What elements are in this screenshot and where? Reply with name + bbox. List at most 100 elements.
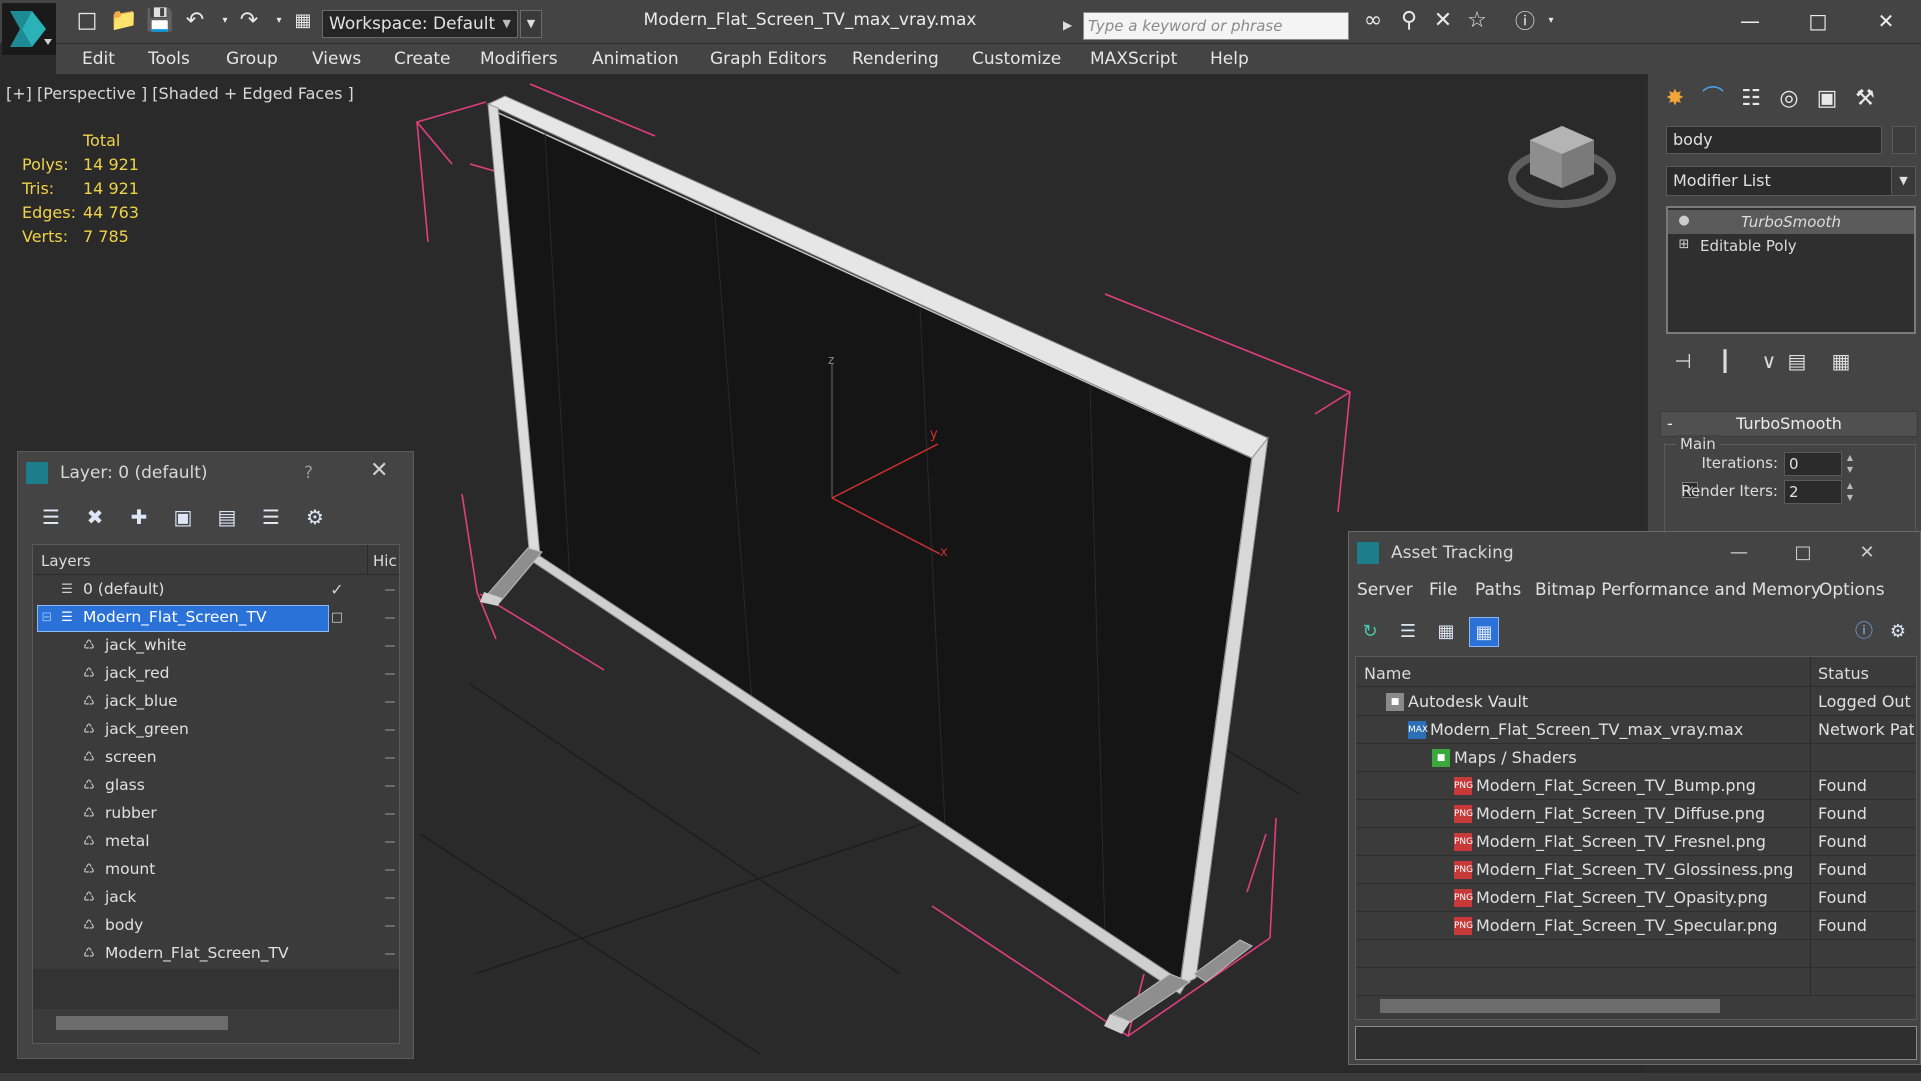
stack-item-turbosmooth[interactable]: ● TurboSmooth	[1668, 210, 1914, 234]
layer-object-row[interactable]: ♺ metal	[33, 828, 399, 856]
menu-modifiers[interactable]: Modifiers	[480, 49, 558, 69]
make-unique-icon[interactable]: ∨	[1754, 346, 1784, 376]
select-layer-icon[interactable]: ▤	[212, 502, 242, 532]
project-folder-icon[interactable]: ▦	[290, 8, 316, 34]
refresh-icon[interactable]: ↻	[1355, 617, 1385, 647]
layer-object-row[interactable]: ♺ screen	[33, 744, 399, 772]
star-icon[interactable]: ☆	[1464, 8, 1490, 34]
utilities-tab-icon[interactable]: ⚒	[1848, 82, 1882, 116]
object-color-swatch[interactable]	[1892, 126, 1916, 154]
configure-sets-icon[interactable]: ▦	[1826, 346, 1856, 376]
menu-graph-editors[interactable]: Graph Editors	[710, 49, 827, 69]
remove-modifier-icon[interactable]: ▤	[1782, 346, 1812, 376]
asset-row-png[interactable]: PNG Modern_Flat_Screen_TV_Opasity.png Fo…	[1356, 884, 1916, 912]
iterations-spinner[interactable]: 0	[1784, 452, 1842, 476]
layer-properties-icon[interactable]: ⚙	[300, 502, 330, 532]
table-view-icon[interactable]: ▦	[1469, 617, 1499, 647]
hierarchy-tab-icon[interactable]: ☷	[1734, 82, 1768, 116]
render-iters-spinner-arrows[interactable]: ▲ ▼	[1844, 480, 1856, 504]
lightbulb-icon[interactable]: ●	[1676, 212, 1692, 230]
asset-close-button[interactable]: ✕	[1837, 536, 1897, 570]
minimize-button[interactable]: —	[1720, 4, 1780, 38]
asset-row-maps[interactable]: ■ Maps / Shaders	[1356, 744, 1916, 772]
col-header-status[interactable]: Status	[1818, 664, 1869, 683]
open-file-icon[interactable]: 📁	[110, 8, 137, 34]
key-icon[interactable]: ⚲	[1396, 8, 1422, 34]
current-layer-box-icon[interactable]: □	[329, 610, 345, 626]
layer-object-row[interactable]: ♺ jack	[33, 884, 399, 912]
modifier-list-dropdown[interactable]: Modifier List ▼	[1666, 166, 1916, 196]
create-layer-icon[interactable]: ☰	[36, 502, 66, 532]
layer-object-row[interactable]: ♺ jack_blue	[33, 688, 399, 716]
search-input[interactable]: Type a keyword or phrase	[1083, 12, 1349, 40]
asset-row-png[interactable]: PNG Modern_Flat_Screen_TV_Bump.png Found	[1356, 772, 1916, 800]
asset-row-png[interactable]: PNG Modern_Flat_Screen_TV_Diffuse.png Fo…	[1356, 800, 1916, 828]
menu-views[interactable]: Views	[312, 49, 361, 69]
object-name-input[interactable]: body	[1666, 126, 1882, 154]
workspace-menu-button[interactable]: ▼	[520, 10, 542, 38]
thumbnail-view-icon[interactable]: ▦	[1431, 617, 1461, 647]
layer-object-row[interactable]: ♺ mount	[33, 856, 399, 884]
menu-help[interactable]: Help	[1210, 49, 1249, 69]
viewport-label-menu[interactable]: [+] [Perspective ] [Shaded + Edged Faces…	[6, 84, 354, 103]
stack-item-editable-poly[interactable]: ⊞ Editable Poly	[1668, 234, 1914, 258]
menu-rendering[interactable]: Rendering	[852, 49, 939, 69]
layer-horizontal-scrollbar[interactable]	[56, 1016, 228, 1030]
vault-help-icon[interactable]: ⓘ	[1849, 617, 1879, 647]
app-logo-icon[interactable]	[2, 3, 56, 55]
add-to-layer-icon[interactable]: ✚	[124, 502, 154, 532]
select-in-layer-icon[interactable]: ▣	[168, 502, 198, 532]
layer-object-row[interactable]: ♺ rubber	[33, 800, 399, 828]
workspace-selector[interactable]: Workspace: Default ▼	[322, 10, 518, 38]
redo-dropdown-icon[interactable]: ▾	[266, 8, 292, 34]
menu-animation[interactable]: Animation	[592, 49, 679, 69]
asset-row-vault[interactable]: ■ Autodesk Vault Logged Out	[1356, 688, 1916, 716]
layer-object-row[interactable]: ♺ Modern_Flat_Screen_TV	[33, 940, 399, 968]
layer-help-button[interactable]: ?	[304, 463, 313, 483]
asset-maximize-button[interactable]: □	[1773, 536, 1833, 570]
binoculars-icon[interactable]: ∞	[1360, 8, 1386, 34]
help-icon[interactable]: ⓘ	[1512, 8, 1538, 34]
menu-tools[interactable]: Tools	[148, 49, 190, 69]
expand-icon[interactable]: ⊞	[1676, 236, 1692, 254]
set-current-layer-icon[interactable]: ☰	[256, 502, 286, 532]
asset-row-png[interactable]: PNG Modern_Flat_Screen_TV_Fresnel.png Fo…	[1356, 828, 1916, 856]
layer-row-modern-flat-screen-tv[interactable]: ⊟ ☰ Modern_Flat_Screen_TV □	[33, 604, 399, 632]
create-tab-icon[interactable]: ✸	[1658, 82, 1692, 116]
pin-stack-icon[interactable]: ⊣	[1668, 346, 1698, 376]
turbosmooth-rollout-header[interactable]: - TurboSmooth	[1660, 411, 1918, 437]
menu-group[interactable]: Group	[226, 49, 278, 69]
asset-row-png[interactable]: PNG Modern_Flat_Screen_TV_Specular.png F…	[1356, 912, 1916, 940]
viewcube-icon[interactable]	[1508, 126, 1616, 208]
modify-tab-icon[interactable]: ⌒	[1696, 82, 1730, 116]
asset-menu-paths[interactable]: Paths	[1475, 580, 1521, 600]
close-button[interactable]: ✕	[1856, 4, 1916, 38]
asset-menu-server[interactable]: Server	[1357, 580, 1413, 600]
maximize-button[interactable]: □	[1788, 4, 1848, 38]
menu-create[interactable]: Create	[394, 49, 451, 69]
menu-maxscript[interactable]: MAXScript	[1090, 49, 1177, 69]
layer-object-row[interactable]: ♺ body	[33, 912, 399, 940]
delete-layer-icon[interactable]: ✖	[80, 502, 110, 532]
search-expand-icon[interactable]: ▶	[1063, 12, 1079, 38]
new-file-icon[interactable]: □	[74, 8, 100, 34]
layer-object-row[interactable]: ♺ glass	[33, 772, 399, 800]
asset-row-max-file[interactable]: MAX Modern_Flat_Screen_TV_max_vray.max N…	[1356, 716, 1916, 744]
motion-tab-icon[interactable]: ◎	[1772, 82, 1806, 116]
render-iters-spinner[interactable]: 2	[1784, 480, 1842, 504]
asset-horizontal-scrollbar[interactable]	[1380, 999, 1720, 1013]
help-dropdown-icon[interactable]: ▾	[1538, 8, 1564, 34]
asset-minimize-button[interactable]: —	[1709, 536, 1769, 570]
asset-menu-bitmap-performance[interactable]: Bitmap Performance and Memory	[1535, 580, 1821, 600]
iterations-spinner-arrows[interactable]: ▲ ▼	[1844, 452, 1856, 476]
col-header-name[interactable]: Name	[1364, 664, 1411, 683]
asset-menu-options[interactable]: Options	[1819, 580, 1885, 600]
layer-window-titlebar[interactable]: Layer: 0 (default) ? ✕	[18, 452, 413, 496]
vault-settings-icon[interactable]: ⚙	[1883, 617, 1913, 647]
layer-object-row[interactable]: ♺ jack_green	[33, 716, 399, 744]
menu-customize[interactable]: Customize	[972, 49, 1061, 69]
menu-edit[interactable]: Edit	[82, 49, 115, 69]
layer-object-row[interactable]: ♺ jack_white	[33, 632, 399, 660]
col-header-layers[interactable]: Layers	[41, 552, 91, 570]
asset-menu-file[interactable]: File	[1429, 580, 1457, 600]
